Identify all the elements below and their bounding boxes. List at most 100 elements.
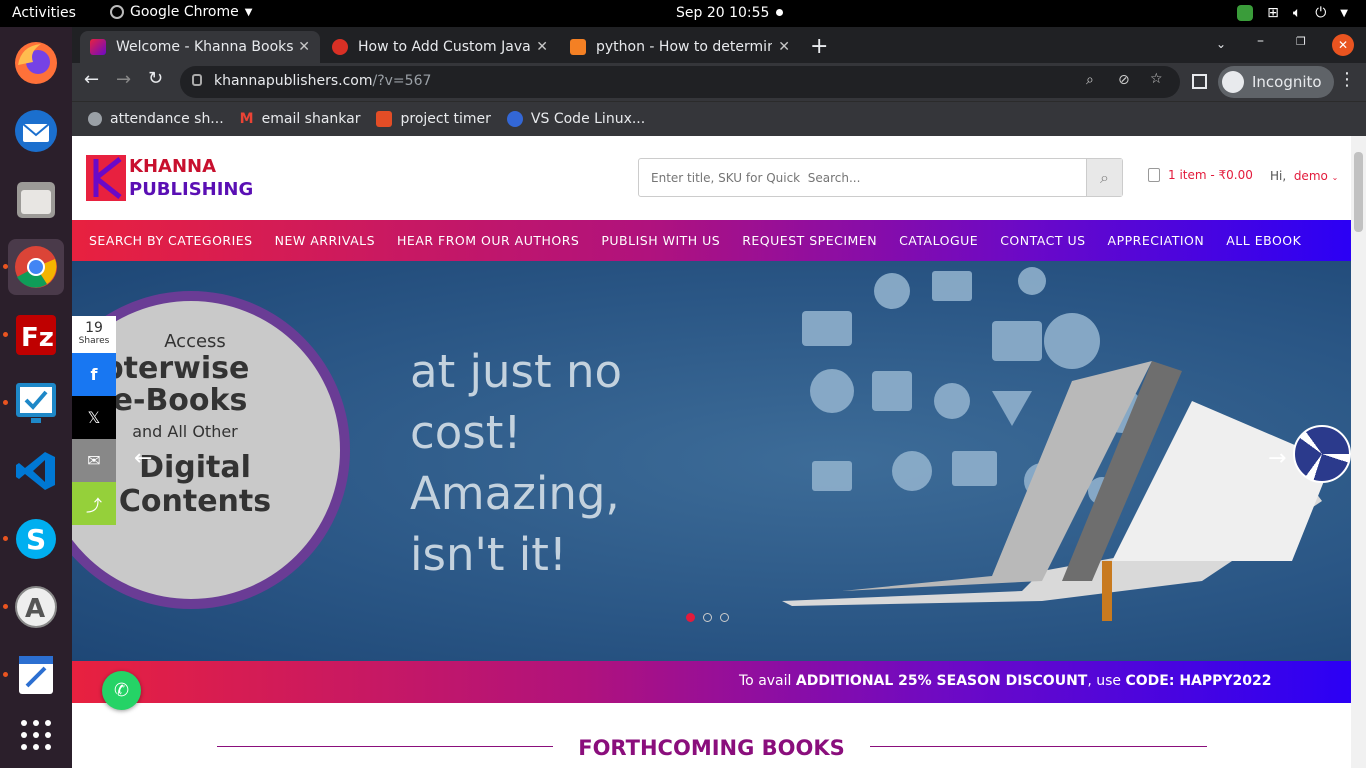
bookmark-vscode[interactable]: VS Code Linux...: [506, 111, 645, 127]
search-icon: ⌕: [1100, 167, 1109, 187]
notification-dot: [776, 9, 783, 16]
menu-icon[interactable]: ⋮: [1338, 69, 1356, 90]
greeting: Hi,: [1270, 169, 1287, 183]
filezilla-icon[interactable]: Fz: [8, 307, 64, 363]
next-slide-button[interactable]: →: [1268, 446, 1286, 471]
volume-icon[interactable]: 🔈︎: [1293, 5, 1301, 21]
app-menu[interactable]: Google Chrome ▼: [110, 4, 252, 20]
quick-search: ⌕: [638, 158, 1123, 197]
mini-cart[interactable]: 1 item - ₹0.00: [1148, 168, 1253, 182]
social-share-bar: 19 Shares f 𝕏 ✉ ⤴: [72, 316, 116, 525]
close-icon[interactable]: ✕: [298, 39, 310, 55]
x-share-button[interactable]: 𝕏: [72, 396, 116, 439]
software-icon[interactable]: A: [8, 579, 64, 635]
files-icon[interactable]: [8, 171, 64, 227]
bookmark-label: attendance sh...: [110, 111, 224, 127]
new-tab-button[interactable]: +: [810, 34, 828, 59]
slide-dot-2[interactable]: [703, 613, 712, 622]
tagline-line-4: isn't it!: [410, 528, 567, 581]
bookmark-project-timer[interactable]: project timer: [376, 111, 491, 127]
whatsapp-chat-button[interactable]: ✆: [102, 671, 141, 710]
more-share-button[interactable]: ⤴: [72, 482, 116, 525]
account-menu[interactable]: Hi, demo ⌄: [1270, 169, 1338, 183]
url-path: /?v=567: [372, 73, 432, 89]
site-logo[interactable]: KHANNA PUBLISHING: [86, 155, 253, 201]
bookmark-attendance[interactable]: attendance sh...: [88, 111, 224, 127]
nav-publish-with-us[interactable]: PUBLISH WITH US: [601, 233, 720, 248]
slide-dot-3[interactable]: [720, 613, 729, 622]
site-info-icon[interactable]: [192, 74, 202, 86]
clock[interactable]: Sep 20 10:55: [676, 5, 769, 21]
system-tray[interactable]: ⊞ 🔈︎ ⏻ ▼: [1237, 5, 1348, 21]
text-editor-icon[interactable]: [8, 647, 64, 703]
thunderbird-icon[interactable]: [8, 103, 64, 159]
nav-hear-from-authors[interactable]: HEAR FROM OUR AUTHORS: [397, 233, 579, 248]
tab-python[interactable]: python - How to determin ✕: [560, 31, 800, 63]
nav-all-ebook[interactable]: ALL EBOOK: [1226, 233, 1301, 248]
facebook-share-button[interactable]: f: [72, 353, 116, 396]
nav-catalogue[interactable]: CATALOGUE: [899, 233, 978, 248]
address-bar[interactable]: khannapublishers.com/?v=567 ⌕ ⊘ ☆: [180, 66, 1180, 98]
search-button[interactable]: ⌕: [1086, 159, 1122, 196]
nav-request-specimen[interactable]: REQUEST SPECIMEN: [742, 233, 877, 248]
username: demo: [1293, 169, 1328, 183]
svg-text:S: S: [26, 523, 46, 556]
tab-title: Welcome - Khanna Books: [116, 39, 294, 55]
activities-button[interactable]: Activities: [12, 5, 76, 21]
nav-new-arrivals[interactable]: NEW ARRIVALS: [275, 233, 375, 248]
promo-discount: ADDITIONAL 25% SEASON DISCOUNT: [795, 673, 1088, 689]
page-scrollbar[interactable]: [1351, 136, 1366, 768]
promo-code: CODE: HAPPY2022: [1125, 673, 1272, 689]
nav-appreciation[interactable]: APPRECIATION: [1108, 233, 1205, 248]
vscode-icon[interactable]: [8, 443, 64, 499]
tagline-line-1: at just no: [410, 345, 622, 398]
skype-icon[interactable]: S: [8, 511, 64, 567]
zoom-icon[interactable]: ⌕: [1086, 72, 1094, 88]
maximize-button[interactable]: ❐: [1296, 35, 1306, 48]
x-icon: 𝕏: [87, 408, 101, 427]
accessibility-widget-icon[interactable]: [1293, 425, 1351, 483]
reload-button[interactable]: ↻: [148, 68, 163, 89]
close-icon[interactable]: ✕: [536, 39, 548, 55]
firefox-icon[interactable]: [8, 35, 64, 91]
search-input[interactable]: [639, 159, 1086, 196]
scrollbar-thumb[interactable]: [1354, 152, 1363, 232]
chrome-icon[interactable]: [8, 239, 64, 295]
slider-dots: [686, 613, 729, 622]
bookmark-email[interactable]: Memail shankar: [240, 111, 361, 127]
promo-prefix: To avail: [739, 673, 796, 689]
nav-contact-us[interactable]: CONTACT US: [1000, 233, 1085, 248]
bookmarks-bar: attendance sh... Memail shankar project …: [72, 101, 1366, 136]
email-share-button[interactable]: ✉: [72, 439, 116, 482]
section-title: FORTHCOMING BOOKS: [578, 736, 845, 760]
close-window-button[interactable]: ✕: [1332, 34, 1354, 56]
incognito-profile[interactable]: Incognito: [1218, 66, 1334, 98]
gmail-icon: M: [239, 111, 254, 127]
power-icon[interactable]: ⏻: [1315, 5, 1326, 21]
monitor-icon[interactable]: [8, 375, 64, 431]
svg-text:A: A: [25, 594, 45, 624]
site-header: KHANNA PUBLISHING ⌕ 1 item - ₹0.00 Hi, d…: [72, 136, 1351, 220]
update-icon[interactable]: [1237, 5, 1254, 21]
back-button[interactable]: ←: [84, 69, 99, 90]
minimize-button[interactable]: –: [1257, 33, 1264, 49]
app-grid-icon[interactable]: [8, 707, 64, 763]
side-panel-icon[interactable]: [1192, 74, 1207, 89]
incognito-icon: [1222, 71, 1244, 93]
tab-search-icon[interactable]: ⌄: [1216, 37, 1226, 51]
prev-slide-button[interactable]: ←: [134, 446, 152, 471]
incognito-label: Incognito: [1252, 73, 1322, 91]
forward-button[interactable]: →: [116, 69, 131, 90]
slide-dot-1[interactable]: [686, 613, 695, 622]
caret-down-icon[interactable]: ▼: [1340, 8, 1348, 19]
nav-search-by-categories[interactable]: SEARCH BY CATEGORIES: [89, 233, 253, 248]
tab-title: How to Add Custom Java: [358, 39, 530, 55]
network-icon[interactable]: ⊞: [1267, 5, 1279, 21]
tab-khanna-books[interactable]: Welcome - Khanna Books ✕: [80, 31, 320, 63]
bookmark-star-icon[interactable]: ☆: [1150, 71, 1163, 87]
tab-custom-java[interactable]: How to Add Custom Java ✕: [322, 31, 558, 63]
browser-toolbar: ← → ↻ khannapublishers.com/?v=567 ⌕ ⊘ ☆ …: [72, 63, 1366, 101]
bookmark-label: email shankar: [261, 111, 361, 127]
close-icon[interactable]: ✕: [778, 39, 790, 55]
eye-off-icon[interactable]: ⊘: [1118, 72, 1130, 88]
